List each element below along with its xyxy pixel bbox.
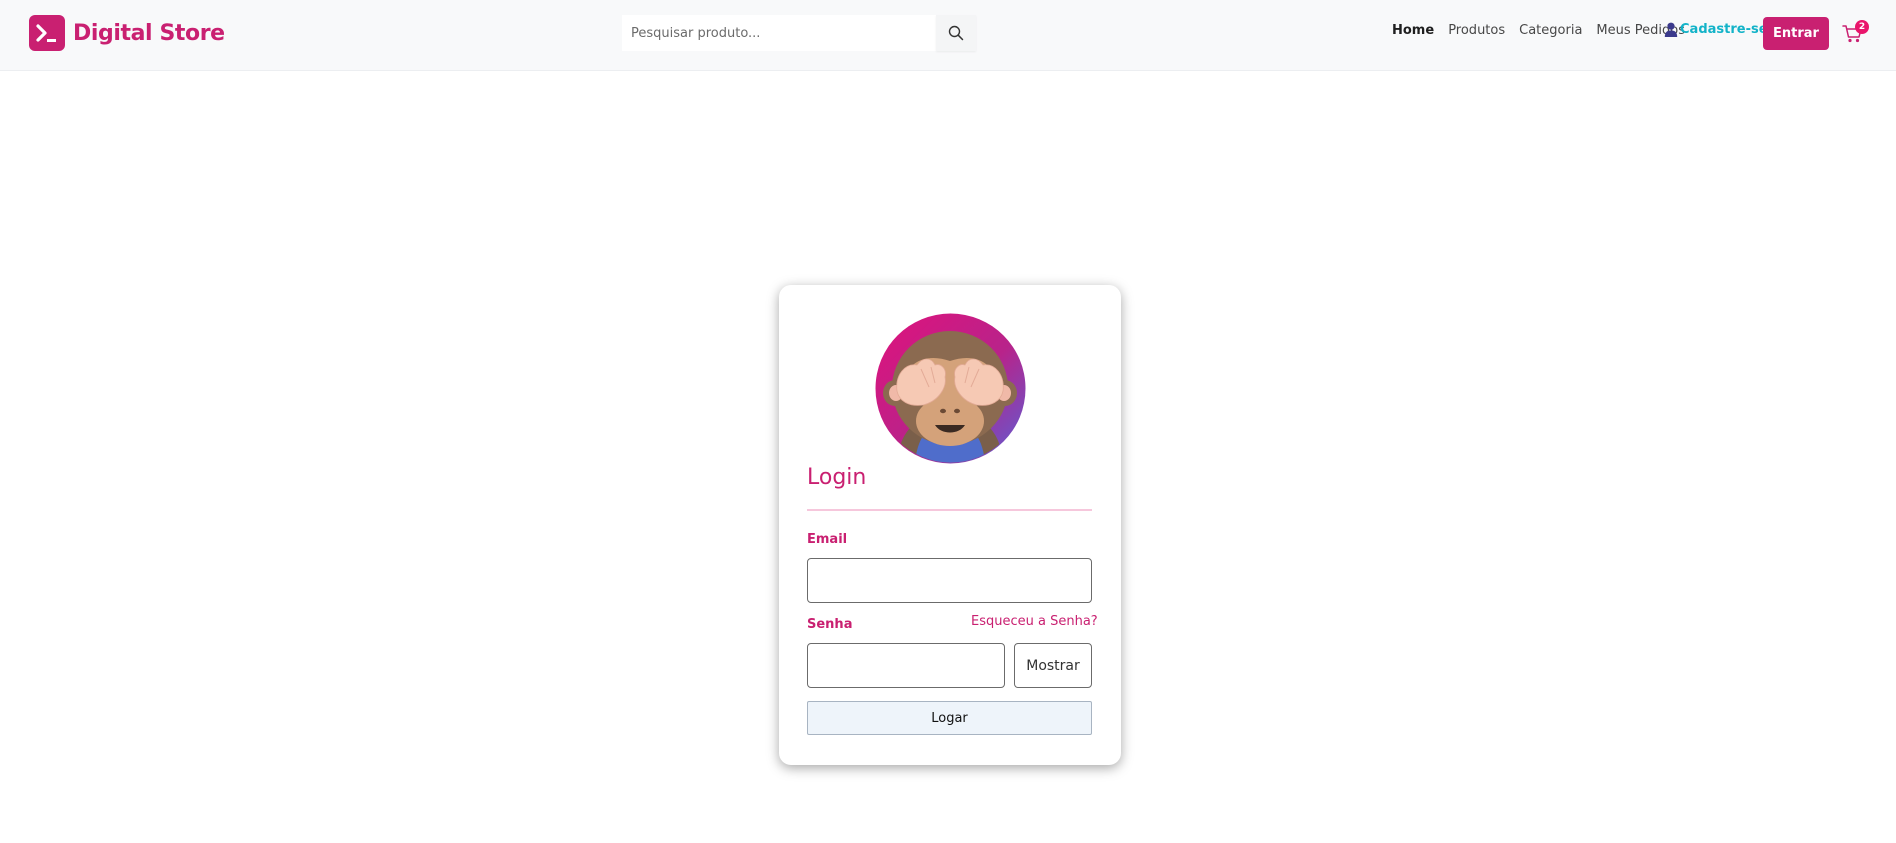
password-field[interactable] (807, 643, 1005, 688)
password-label: Senha (807, 617, 853, 632)
login-submit-button[interactable]: Logar (807, 701, 1092, 735)
login-title: Login (807, 465, 867, 490)
brand-name: Digital Store (73, 20, 225, 46)
cart-button[interactable]: 2 (1842, 20, 1869, 44)
email-field[interactable] (807, 558, 1092, 603)
user-icon (1664, 22, 1678, 37)
forgot-password-link[interactable]: Esqueceu a Senha? (971, 614, 1098, 629)
nav-links: Home Produtos Categoria Meus Pedidos (1392, 23, 1699, 38)
nav-link-categoria[interactable]: Categoria (1519, 23, 1582, 38)
nav-link-produtos[interactable]: Produtos (1448, 23, 1505, 38)
login-card: Login Email Senha Esqueceu a Senha? Most… (779, 285, 1121, 765)
terminal-prompt-icon (29, 15, 65, 51)
signup-link[interactable]: Cadastre-se (1664, 22, 1768, 37)
navbar: Digital Store Home Produtos Categoria Me… (0, 0, 1896, 71)
search-button[interactable] (936, 15, 976, 51)
email-label: Email (807, 532, 848, 547)
see-no-evil-monkey-avatar (875, 313, 1026, 464)
brand-link[interactable]: Digital Store (29, 15, 225, 51)
enter-button[interactable]: Entrar (1763, 17, 1829, 50)
search-icon (948, 25, 964, 41)
title-divider (807, 509, 1092, 511)
search-bar (622, 15, 976, 51)
signup-label: Cadastre-se (1680, 22, 1768, 37)
nav-link-home[interactable]: Home (1392, 23, 1434, 38)
search-input[interactable] (622, 15, 936, 51)
show-password-button[interactable]: Mostrar (1014, 643, 1092, 688)
cart-count-badge: 2 (1855, 20, 1869, 34)
